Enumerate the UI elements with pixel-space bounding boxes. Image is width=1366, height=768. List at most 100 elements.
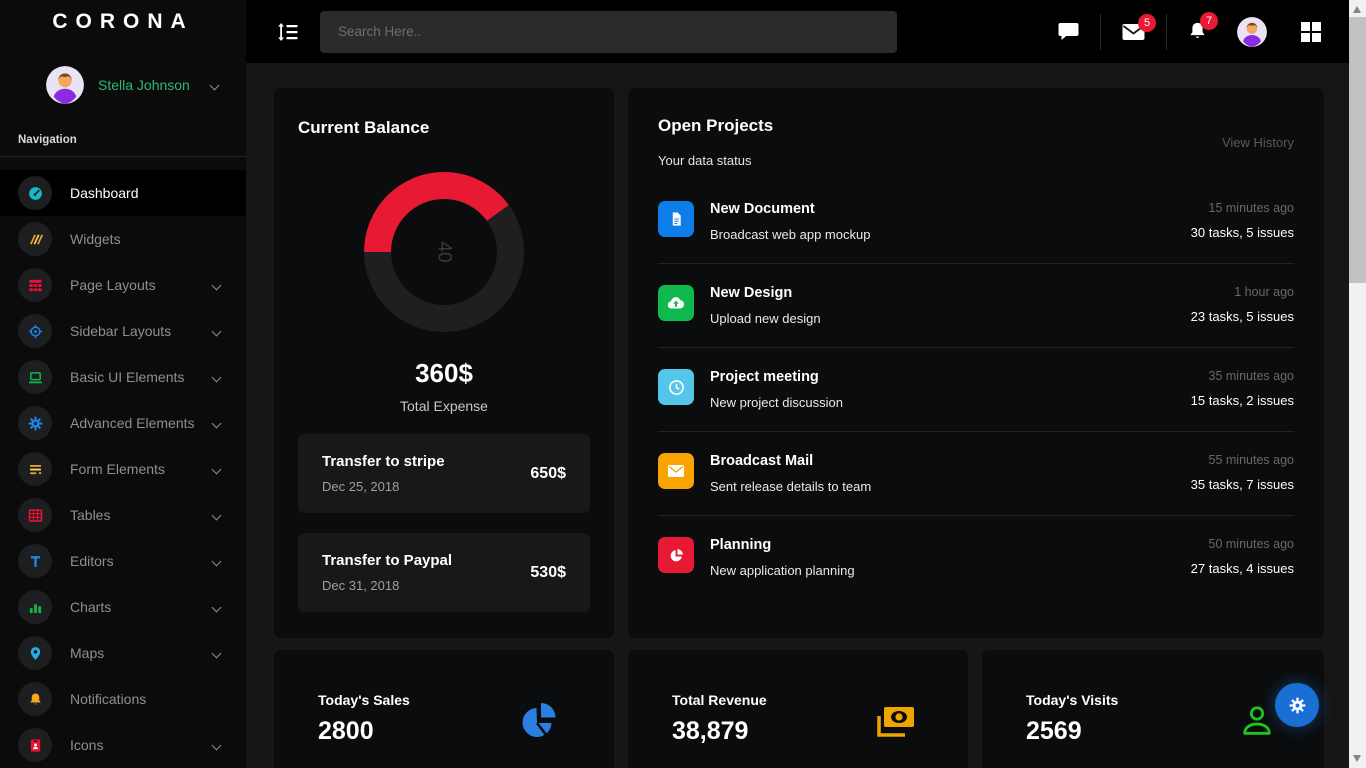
notifications-badge: 7 bbox=[1200, 12, 1218, 30]
cash-icon bbox=[872, 704, 918, 745]
chevron-down-icon bbox=[212, 326, 222, 336]
speedometer-icon bbox=[18, 176, 52, 210]
file-document-icon bbox=[658, 201, 694, 237]
app-window: CORONA Stella Johnson Navigation Dashboa… bbox=[0, 0, 1349, 768]
divider bbox=[1166, 14, 1167, 50]
todays-sales-card: Today's Sales 2800 bbox=[274, 650, 614, 768]
widgets-icon bbox=[18, 222, 52, 256]
scrollbar-down-arrow[interactable] bbox=[1353, 755, 1361, 762]
sidebar-item-label: Page Layouts bbox=[70, 277, 213, 293]
current-balance-card: Current Balance 40 360$ Total Expense Tr… bbox=[274, 88, 614, 638]
transfer-row[interactable]: Transfer to Paypal Dec 31, 2018 530$ bbox=[298, 533, 590, 612]
balance-amount: 360$ bbox=[298, 358, 590, 389]
sidebar-item-maps[interactable]: Maps bbox=[0, 630, 246, 676]
person-icon bbox=[1240, 704, 1274, 743]
list-item[interactable]: New Document Broadcast web app mockup 15… bbox=[658, 180, 1294, 264]
stat-label: Total Revenue bbox=[672, 692, 968, 708]
project-time: 35 minutes ago bbox=[1191, 369, 1294, 383]
chevron-down-icon bbox=[212, 280, 222, 290]
project-desc: Broadcast web app mockup bbox=[710, 227, 1191, 242]
sidebar-item-label: Notifications bbox=[70, 691, 246, 707]
messages-button[interactable]: 5 bbox=[1122, 23, 1145, 41]
transfer-amount: 530$ bbox=[530, 564, 566, 582]
sidebar-item-dashboard[interactable]: Dashboard bbox=[0, 170, 246, 216]
apps-grid-icon[interactable] bbox=[1300, 21, 1322, 43]
sidebar-item-charts[interactable]: Charts bbox=[0, 584, 246, 630]
project-meta: 27 tasks, 4 issues bbox=[1191, 561, 1294, 576]
sidebar-item-label: Sidebar Layouts bbox=[70, 323, 213, 339]
profile-name: Stella Johnson bbox=[98, 77, 190, 93]
pie-chart-icon bbox=[658, 537, 694, 573]
settings-fab-button[interactable] bbox=[1275, 683, 1319, 727]
project-desc: Sent release details to team bbox=[710, 479, 1191, 494]
chevron-down-icon bbox=[212, 372, 222, 382]
sidebar-item-label: Form Elements bbox=[70, 461, 213, 477]
sidebar-item-form-elements[interactable]: Form Elements bbox=[0, 446, 246, 492]
divider bbox=[0, 156, 246, 157]
avatar bbox=[46, 66, 84, 104]
gear-icon bbox=[18, 406, 52, 440]
sidebar-item-page-layouts[interactable]: Page Layouts bbox=[0, 262, 246, 308]
sidebar-item-label: Dashboard bbox=[70, 185, 246, 201]
list-item[interactable]: Project meeting New project discussion 3… bbox=[658, 348, 1294, 432]
stat-value: 2569 bbox=[1026, 717, 1324, 746]
list-item[interactable]: Planning New application planning 50 min… bbox=[658, 516, 1294, 599]
bell-icon bbox=[18, 682, 52, 716]
divider bbox=[1100, 14, 1101, 50]
transfer-row[interactable]: Transfer to stripe Dec 25, 2018 650$ bbox=[298, 434, 590, 513]
content-area: Current Balance 40 360$ Total Expense Tr… bbox=[246, 63, 1349, 768]
profile-block[interactable]: Stella Johnson bbox=[0, 44, 246, 104]
transfer-date: Dec 31, 2018 bbox=[322, 578, 452, 593]
projects-list: New Document Broadcast web app mockup 15… bbox=[658, 180, 1294, 599]
chevron-down-icon bbox=[212, 418, 222, 428]
typography-icon bbox=[18, 544, 52, 578]
card-title: Open Projects bbox=[658, 116, 773, 136]
chevron-down-icon bbox=[212, 648, 222, 658]
scrollbar-up-arrow[interactable] bbox=[1353, 6, 1361, 13]
scrollbar[interactable] bbox=[1349, 0, 1366, 768]
balance-caption: Total Expense bbox=[298, 398, 590, 414]
sidebar-item-editors[interactable]: Editors bbox=[0, 538, 246, 584]
list-item[interactable]: Broadcast Mail Sent release details to t… bbox=[658, 432, 1294, 516]
layout-rows-icon bbox=[18, 268, 52, 302]
pie-chart-icon bbox=[520, 700, 560, 747]
sidebar-item-icons[interactable]: Icons bbox=[0, 722, 246, 768]
stat-value: 2800 bbox=[318, 717, 614, 746]
sidebar-item-basic-ui[interactable]: Basic UI Elements bbox=[0, 354, 246, 400]
chat-icon bbox=[1058, 22, 1079, 42]
chevron-down-icon bbox=[212, 740, 222, 750]
sidebar-menu: Dashboard Widgets Page Layouts Side bbox=[0, 170, 246, 768]
sidebar-item-label: Maps bbox=[70, 645, 213, 661]
transfer-title: Transfer to stripe bbox=[322, 453, 445, 470]
sidebar-item-advanced[interactable]: Advanced Elements bbox=[0, 400, 246, 446]
transfer-date: Dec 25, 2018 bbox=[322, 479, 445, 494]
project-time: 15 minutes ago bbox=[1191, 201, 1294, 215]
sidebar-item-sidebar-layouts[interactable]: Sidebar Layouts bbox=[0, 308, 246, 354]
nav-section-label: Navigation bbox=[0, 104, 246, 156]
project-time: 55 minutes ago bbox=[1191, 453, 1294, 467]
sidebar-item-tables[interactable]: Tables bbox=[0, 492, 246, 538]
notifications-button[interactable]: 7 bbox=[1188, 21, 1207, 42]
avatar[interactable] bbox=[1237, 17, 1267, 47]
sidebar-item-notifications[interactable]: Notifications bbox=[0, 676, 246, 722]
chat-button[interactable] bbox=[1058, 22, 1079, 42]
transfer-title: Transfer to Paypal bbox=[322, 552, 452, 569]
sidebar-item-widgets[interactable]: Widgets bbox=[0, 216, 246, 262]
list-lines-icon bbox=[18, 452, 52, 486]
project-meta: 23 tasks, 5 issues bbox=[1191, 309, 1294, 324]
project-meta: 30 tasks, 5 issues bbox=[1191, 225, 1294, 240]
total-revenue-card: Total Revenue 38,879 bbox=[628, 650, 968, 768]
chevron-down-icon bbox=[210, 80, 220, 90]
todays-visits-card: Today's Visits 2569 bbox=[982, 650, 1324, 768]
chevron-down-icon bbox=[212, 556, 222, 566]
laptop-icon bbox=[18, 360, 52, 394]
sidebar-item-label: Widgets bbox=[70, 231, 246, 247]
search-input[interactable] bbox=[320, 11, 897, 53]
line-spacing-toggle-icon[interactable] bbox=[277, 23, 299, 41]
view-history-link[interactable]: View History bbox=[1222, 135, 1294, 150]
gauge-center-label: 40 bbox=[433, 241, 455, 262]
project-desc: Upload new design bbox=[710, 311, 1191, 326]
list-item[interactable]: New Design Upload new design 1 hour ago … bbox=[658, 264, 1294, 348]
scrollbar-thumb[interactable] bbox=[1349, 17, 1366, 283]
project-title: Planning bbox=[710, 537, 1191, 553]
